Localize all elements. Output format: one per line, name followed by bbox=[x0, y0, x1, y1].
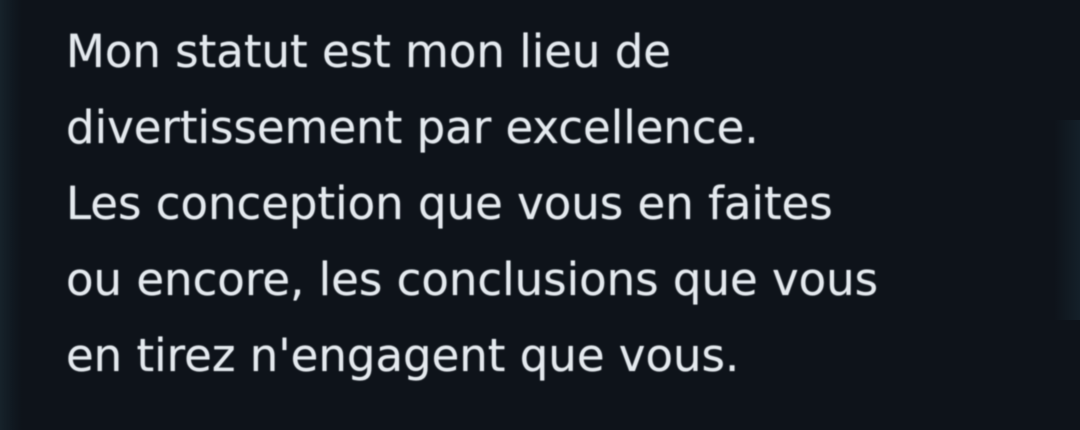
tweet-screenshot: Mon statut est mon lieu de divertissemen… bbox=[0, 0, 1080, 430]
tweet-text-line-5: en tirez n'engagent que vous. bbox=[66, 329, 740, 382]
tweet-text-line-3: Les conception que vous en faites bbox=[66, 177, 833, 230]
left-edge-shadow bbox=[0, 0, 22, 430]
tweet-text-line-2: divertissement par excellence. bbox=[66, 101, 759, 154]
tweet-body-text: Mon statut est mon lieu de divertissemen… bbox=[66, 14, 1056, 394]
tweet-text-line-1: Mon statut est mon lieu de bbox=[66, 25, 671, 78]
tweet-text-line-4: ou encore, les conclusions que vous bbox=[66, 253, 879, 306]
right-edge-shadow bbox=[1054, 120, 1080, 320]
